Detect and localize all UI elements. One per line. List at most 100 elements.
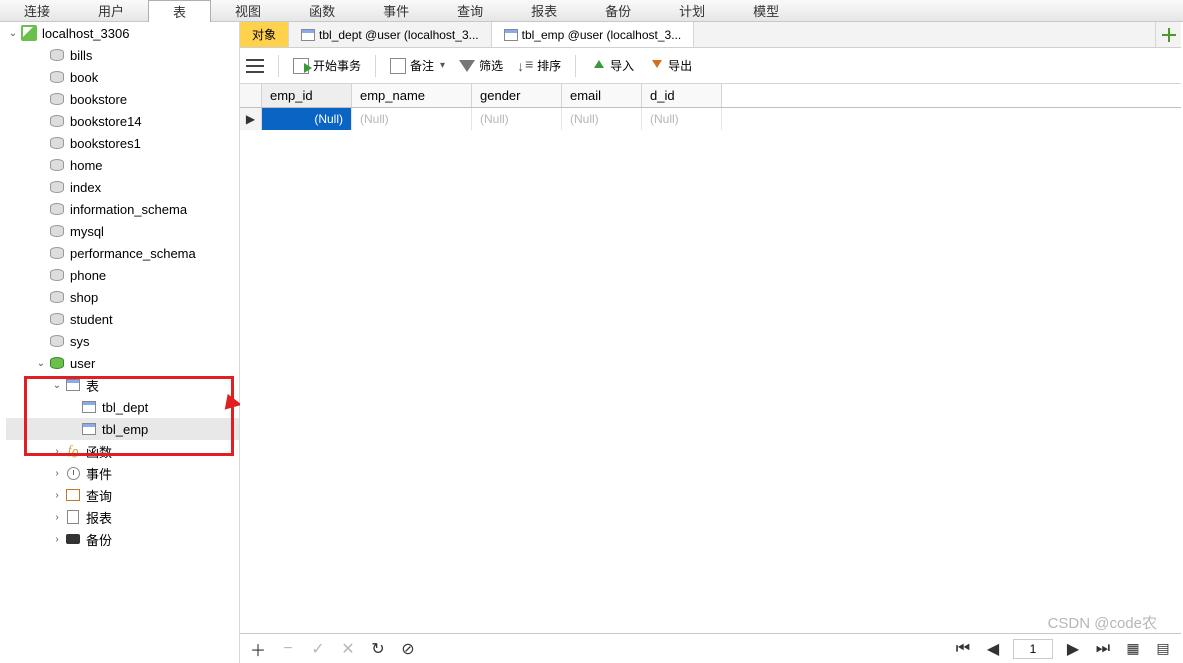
grid-header: emp_idemp_namegenderemaild_id bbox=[240, 84, 1181, 108]
twisty-icon[interactable]: › bbox=[50, 512, 64, 523]
connection-node[interactable]: ⌄localhost_3306 bbox=[6, 22, 239, 44]
db-book[interactable]: book bbox=[6, 66, 239, 88]
db-student[interactable]: student bbox=[6, 308, 239, 330]
folder-clock[interactable]: ›事件 bbox=[6, 462, 239, 484]
table-tbl_dept[interactable]: tbl_dept bbox=[6, 396, 239, 418]
col-emp_id[interactable]: emp_id bbox=[262, 84, 352, 107]
db-shop[interactable]: shop bbox=[6, 286, 239, 308]
cell[interactable]: (Null) bbox=[562, 108, 642, 130]
add-row-button[interactable]: ＋ bbox=[248, 637, 268, 661]
menu-备份[interactable]: 备份 bbox=[581, 1, 655, 20]
db-user[interactable]: ⌄user bbox=[6, 352, 239, 374]
twisty-icon[interactable]: › bbox=[50, 534, 64, 545]
report-icon bbox=[64, 509, 82, 525]
cancel-button[interactable]: ✕ bbox=[338, 639, 358, 659]
col-emp_name[interactable]: emp_name bbox=[352, 84, 472, 107]
export-icon bbox=[648, 58, 664, 74]
first-page-button[interactable]: ⏮ bbox=[953, 640, 973, 658]
filter-icon bbox=[459, 60, 475, 72]
sort-button[interactable]: 排序 bbox=[517, 57, 561, 74]
table-tbl_emp[interactable]: tbl_emp bbox=[6, 418, 239, 440]
tab-add-button[interactable] bbox=[1155, 22, 1181, 47]
table-icon bbox=[301, 29, 315, 41]
menu-button[interactable] bbox=[246, 59, 264, 73]
table-icon bbox=[80, 421, 98, 437]
menu-用户[interactable]: 用户 bbox=[74, 1, 148, 20]
menu-函数[interactable]: 函数 bbox=[285, 1, 359, 20]
cell[interactable]: (Null) bbox=[472, 108, 562, 130]
twisty-icon[interactable]: ⌄ bbox=[6, 28, 20, 39]
cell[interactable]: (Null) bbox=[262, 108, 352, 130]
cell[interactable]: (Null) bbox=[642, 108, 722, 130]
note-icon bbox=[390, 58, 406, 74]
menu-事件[interactable]: 事件 bbox=[359, 1, 433, 20]
table-row[interactable]: ▶(Null)(Null)(Null)(Null)(Null) bbox=[240, 108, 1181, 130]
next-page-button[interactable]: ▶ bbox=[1063, 639, 1083, 659]
import-button[interactable]: 导入 bbox=[590, 57, 634, 74]
filter-button[interactable]: 筛选 bbox=[459, 57, 503, 74]
table-icon bbox=[504, 29, 518, 41]
menu-表[interactable]: 表 bbox=[148, 0, 211, 22]
db-performance_schema[interactable]: performance_schema bbox=[6, 242, 239, 264]
db-phone[interactable]: phone bbox=[6, 264, 239, 286]
refresh-button[interactable]: ↻ bbox=[368, 639, 388, 659]
col-gender[interactable]: gender bbox=[472, 84, 562, 107]
menu-连接[interactable]: 连接 bbox=[0, 1, 74, 20]
db-bills[interactable]: bills bbox=[6, 44, 239, 66]
tab-tbl-emp[interactable]: tbl_emp @user (localhost_3... bbox=[492, 22, 695, 47]
plus-icon bbox=[1162, 28, 1176, 42]
menu-报表[interactable]: 报表 bbox=[507, 1, 581, 20]
tab-bar: 对象 tbl_dept @user (localhost_3... tbl_em… bbox=[240, 22, 1181, 48]
database-icon bbox=[48, 201, 66, 217]
database-icon bbox=[48, 245, 66, 261]
grid-view-button[interactable]: ▦ bbox=[1123, 640, 1143, 657]
cell[interactable]: (Null) bbox=[352, 108, 472, 130]
db-bookstore[interactable]: bookstore bbox=[6, 88, 239, 110]
database-icon bbox=[48, 289, 66, 305]
database-icon bbox=[48, 91, 66, 107]
start-transaction-button[interactable]: 开始事务 bbox=[293, 57, 361, 74]
last-page-button[interactable]: ⏭ bbox=[1093, 640, 1113, 658]
db-bookstores1[interactable]: bookstores1 bbox=[6, 132, 239, 154]
twisty-icon[interactable]: ⌄ bbox=[50, 380, 64, 391]
col-email[interactable]: email bbox=[562, 84, 642, 107]
main-area: 对象 tbl_dept @user (localhost_3... tbl_em… bbox=[240, 22, 1181, 663]
tab-object[interactable]: 对象 bbox=[240, 22, 289, 47]
twisty-icon[interactable]: › bbox=[50, 468, 64, 479]
db-bookstore14[interactable]: bookstore14 bbox=[6, 110, 239, 132]
row-header-corner bbox=[240, 84, 262, 107]
menu-模型[interactable]: 模型 bbox=[729, 1, 803, 20]
db-home[interactable]: home bbox=[6, 154, 239, 176]
folder-backup[interactable]: ›备份 bbox=[6, 528, 239, 550]
menu-计划[interactable]: 计划 bbox=[655, 1, 729, 20]
clock-icon bbox=[64, 465, 82, 481]
menu-查询[interactable]: 查询 bbox=[433, 1, 507, 20]
sidebar: ⌄localhost_3306billsbookbookstorebooksto… bbox=[0, 22, 240, 663]
db-information_schema[interactable]: information_schema bbox=[6, 198, 239, 220]
note-button[interactable]: 备注▾ bbox=[390, 57, 445, 74]
form-view-button[interactable]: ▤ bbox=[1153, 640, 1173, 657]
grid-body[interactable]: ▶(Null)(Null)(Null)(Null)(Null) bbox=[240, 108, 1181, 633]
folder-report[interactable]: ›报表 bbox=[6, 506, 239, 528]
tab-tbl-dept[interactable]: tbl_dept @user (localhost_3... bbox=[289, 22, 492, 47]
db-index[interactable]: index bbox=[6, 176, 239, 198]
db-mysql[interactable]: mysql bbox=[6, 220, 239, 242]
apply-button[interactable]: ✓ bbox=[308, 639, 328, 659]
twisty-icon[interactable]: ⌄ bbox=[34, 358, 48, 369]
database-icon bbox=[48, 157, 66, 173]
folder-fx[interactable]: ›f0函数 bbox=[6, 440, 239, 462]
page-input[interactable] bbox=[1013, 639, 1053, 659]
prev-page-button[interactable]: ◀ bbox=[983, 639, 1003, 659]
stop-button[interactable]: ⊘ bbox=[398, 639, 418, 659]
delete-row-button[interactable]: − bbox=[278, 640, 298, 658]
tables-folder[interactable]: ⌄表 bbox=[6, 374, 239, 396]
database-icon bbox=[48, 267, 66, 283]
db-sys[interactable]: sys bbox=[6, 330, 239, 352]
export-button[interactable]: 导出 bbox=[648, 57, 692, 74]
col-d_id[interactable]: d_id bbox=[642, 84, 722, 107]
menu-视图[interactable]: 视图 bbox=[211, 1, 285, 20]
folder-query[interactable]: ›查询 bbox=[6, 484, 239, 506]
fx-icon: f0 bbox=[64, 443, 82, 459]
twisty-icon[interactable]: › bbox=[50, 446, 64, 457]
twisty-icon[interactable]: › bbox=[50, 490, 64, 501]
